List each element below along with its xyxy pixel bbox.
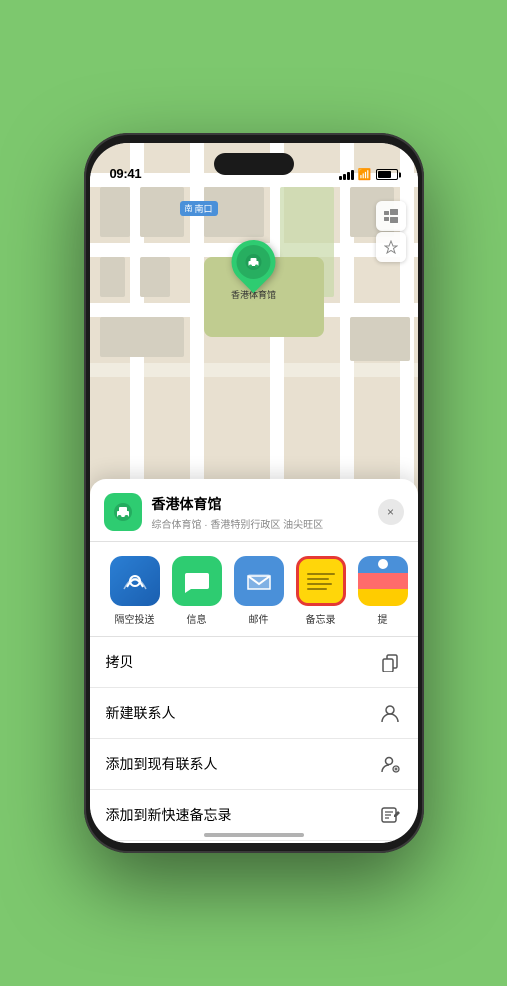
airdrop-label: 隔空投送 — [115, 611, 155, 626]
share-item-mail[interactable]: 邮件 — [228, 556, 290, 626]
location-button[interactable] — [376, 232, 406, 262]
share-item-airdrop[interactable]: 隔空投送 — [104, 556, 166, 626]
share-row: 隔空投送 信息 — [90, 542, 418, 637]
action-add-existing-contact[interactable]: 添加到现有联系人 — [90, 739, 418, 790]
action-copy[interactable]: 拷贝 — [90, 637, 418, 688]
home-indicator — [204, 833, 304, 837]
action-list: 拷贝 新建联系人 — [90, 637, 418, 843]
notes-icon — [296, 556, 346, 606]
battery-icon — [376, 169, 398, 180]
mail-label: 邮件 — [249, 611, 269, 626]
venue-name: 香港体育馆 — [152, 494, 378, 514]
message-label: 信息 — [187, 611, 207, 626]
mail-icon — [234, 556, 284, 606]
bottom-sheet: 香港体育馆 综合体育馆 · 香港特别行政区 油尖旺区 × 隔 — [90, 479, 418, 843]
dynamic-island — [214, 153, 294, 175]
close-button[interactable]: × — [378, 499, 404, 525]
phone-frame: 09:41 📶 — [84, 133, 424, 853]
venue-info: 香港体育馆 综合体育馆 · 香港特别行政区 油尖旺区 — [152, 494, 378, 531]
action-new-contact[interactable]: 新建联系人 — [90, 688, 418, 739]
action-copy-label: 拷贝 — [106, 652, 134, 672]
airdrop-icon — [110, 556, 160, 606]
map-controls — [376, 201, 406, 262]
venue-icon — [104, 493, 142, 531]
status-icons: 📶 — [339, 168, 398, 181]
wifi-icon: 📶 — [358, 168, 372, 181]
action-new-contact-label: 新建联系人 — [106, 703, 176, 723]
notes-label: 备忘录 — [306, 611, 336, 626]
quick-note-icon — [378, 803, 402, 827]
action-quick-note-label: 添加到新快速备忘录 — [106, 805, 232, 825]
venue-sub: 综合体育馆 · 香港特别行政区 油尖旺区 — [152, 516, 378, 531]
map-label: 南 南口 — [180, 201, 218, 216]
add-contact-icon — [378, 752, 402, 776]
message-icon — [172, 556, 222, 606]
share-item-message[interactable]: 信息 — [166, 556, 228, 626]
share-item-more[interactable]: 提 — [352, 556, 414, 626]
pin-inner — [236, 245, 270, 279]
new-contact-icon — [378, 701, 402, 725]
action-add-existing-label: 添加到现有联系人 — [106, 754, 218, 774]
sheet-header: 香港体育馆 综合体育馆 · 香港特别行政区 油尖旺区 × — [90, 479, 418, 542]
status-time: 09:41 — [110, 166, 142, 181]
signal-bars-icon — [339, 170, 354, 180]
pin-circle — [222, 231, 284, 293]
more-apps-icon — [358, 556, 408, 606]
more-label: 提 — [378, 611, 388, 626]
phone-screen: 09:41 📶 — [90, 143, 418, 843]
copy-icon — [378, 650, 402, 674]
action-print[interactable]: 打印 — [90, 841, 418, 843]
location-pin: 香港体育馆 — [231, 240, 276, 301]
share-item-notes[interactable]: 备忘录 — [290, 556, 352, 626]
map-type-button[interactable] — [376, 201, 406, 231]
